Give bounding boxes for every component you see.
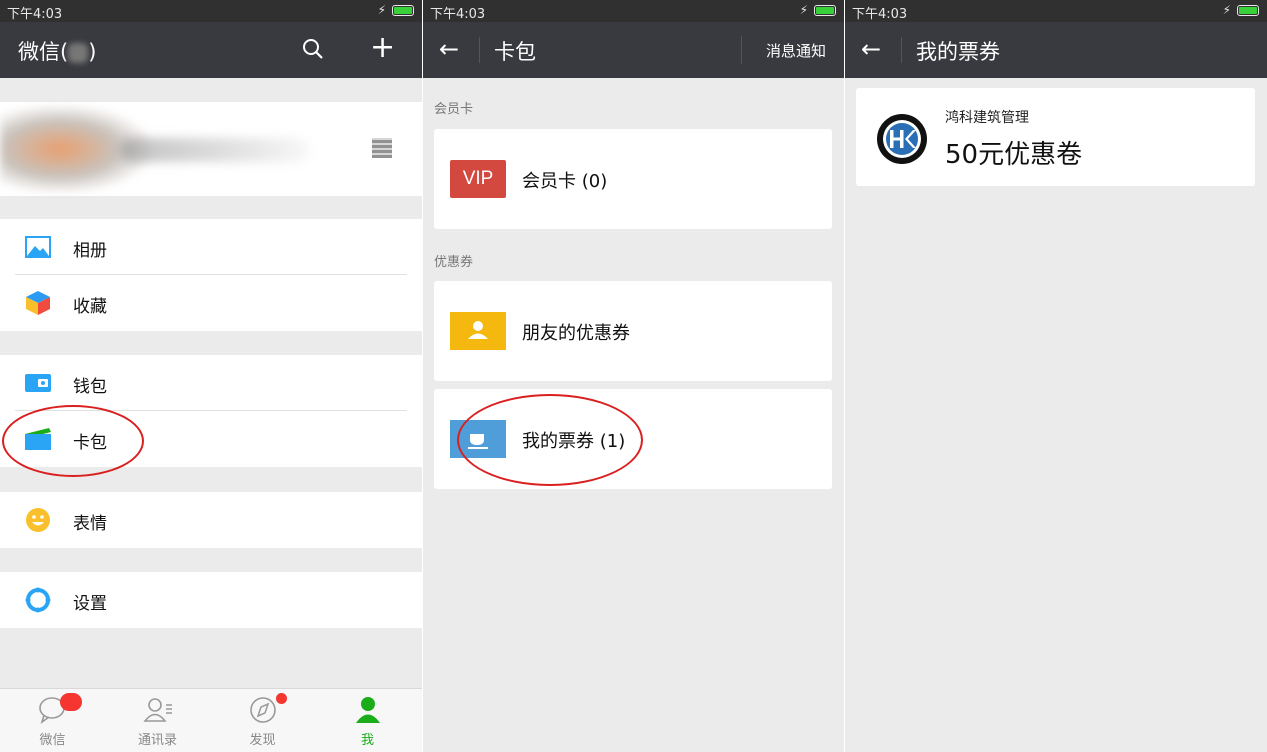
back-arrow-icon[interactable]: ← xyxy=(439,35,459,63)
my-tickets-screen: 下午4:03 ⚡ ← 我的票券 鸿科建筑管理 50元优惠卷 xyxy=(845,0,1267,752)
tab-label-chats: 微信 xyxy=(39,733,66,748)
photo-album-icon xyxy=(25,236,51,258)
status-icons: ⚡ xyxy=(800,3,836,17)
tab-chats[interactable]: 微信 xyxy=(0,689,105,752)
merchant-name: 鸿科建筑管理 xyxy=(945,110,1029,126)
menu-item-stickers[interactable]: 表情 xyxy=(0,492,422,548)
search-icon[interactable] xyxy=(302,38,324,60)
menu-label-favorites: 收藏 xyxy=(73,297,107,317)
signal-icon: ⚡ xyxy=(377,3,388,17)
tab-label-contacts: 通讯录 xyxy=(137,733,177,748)
my-tickets-item[interactable]: 我的票券 (1) xyxy=(434,389,832,489)
title-bar: ← 我的票券 xyxy=(845,22,1267,78)
title-divider xyxy=(479,37,480,63)
tab-discover[interactable]: 发现 xyxy=(210,689,315,752)
status-time: 下午4:03 xyxy=(852,7,908,22)
wallet-icon xyxy=(25,374,51,392)
menu-label-album: 相册 xyxy=(73,241,107,261)
title-divider xyxy=(901,37,902,63)
menu-item-cards[interactable]: 卡包 xyxy=(0,411,422,467)
menu-item-settings[interactable]: 设置 xyxy=(0,572,422,628)
section-label-coupon: 优惠券 xyxy=(434,255,474,270)
coupon-title: 50元优惠卷 xyxy=(945,140,1083,170)
tab-me[interactable]: 我 xyxy=(315,689,420,752)
profile-card[interactable] xyxy=(0,102,422,196)
app-title: 微信() xyxy=(18,36,96,66)
status-bar: 下午4:03 ⚡ xyxy=(845,0,1267,22)
friends-coupon-label: 朋友的优惠券 xyxy=(522,323,630,344)
smiley-icon xyxy=(26,508,50,532)
me-screen: 下午4:03 ⚡ 微信() + 相册 收藏 钱包 卡包 表情 设置 微信 通讯录… xyxy=(0,0,422,752)
status-time: 下午4:03 xyxy=(7,7,63,22)
menu-group-2: 钱包 卡包 xyxy=(0,355,422,467)
status-icons: ⚡ xyxy=(378,3,414,17)
page-title: 我的票券 xyxy=(916,40,1000,64)
menu-group-3: 表情 xyxy=(0,492,422,548)
signal-icon: ⚡ xyxy=(799,3,810,17)
notifications-button[interactable]: 消息通知 xyxy=(766,40,826,61)
title-bar: 微信() + xyxy=(0,22,422,78)
screenshot-stage: 下午4:03 ⚡ 微信() + 相册 收藏 钱包 卡包 表情 设置 微信 通讯录… xyxy=(0,0,1267,752)
tab-label-me: 我 xyxy=(360,733,374,748)
new-badge-dot xyxy=(276,693,287,704)
menu-label-cards: 卡包 xyxy=(73,433,107,453)
coffee-ticket-icon xyxy=(450,420,506,458)
title-bar: ← 卡包 消息通知 xyxy=(423,22,844,78)
blurred-count xyxy=(68,43,89,63)
section-label-member: 会员卡 xyxy=(434,102,474,117)
menu-group-1: 相册 收藏 xyxy=(0,219,422,331)
cube-icon xyxy=(26,291,50,315)
menu-label-settings: 设置 xyxy=(73,594,107,614)
status-icons: ⚡ xyxy=(1223,3,1259,17)
menu-item-wallet[interactable]: 钱包 xyxy=(0,355,422,411)
friends-coupon-item[interactable]: 朋友的优惠券 xyxy=(434,281,832,381)
card-package-screen: 下午4:03 ⚡ ← 卡包 消息通知 会员卡 VIP 会员卡 (0) 优惠券 朋… xyxy=(423,0,844,752)
my-tickets-label: 我的票券 (1) xyxy=(522,431,626,452)
app-title-suffix: ) xyxy=(88,40,97,64)
unread-badge xyxy=(60,693,82,711)
battery-icon xyxy=(1237,4,1259,16)
menu-group-4: 设置 xyxy=(0,572,422,628)
menu-label-wallet: 钱包 xyxy=(73,377,107,397)
hk-logo-icon xyxy=(877,114,927,164)
status-time: 下午4:03 xyxy=(430,7,486,22)
person-icon xyxy=(355,697,380,723)
member-card-item[interactable]: VIP 会员卡 (0) xyxy=(434,129,832,229)
card-package-icon xyxy=(25,428,51,450)
member-card-label: 会员卡 (0) xyxy=(522,171,608,192)
friend-coupon-icon xyxy=(450,312,506,350)
menu-label-stickers: 表情 xyxy=(73,514,107,534)
status-bar: 下午4:03 ⚡ xyxy=(0,0,422,22)
compass-icon xyxy=(249,697,276,723)
battery-icon xyxy=(814,4,836,16)
status-bar: 下午4:03 ⚡ xyxy=(423,0,844,22)
signal-icon: ⚡ xyxy=(1222,3,1233,17)
battery-icon xyxy=(392,4,414,16)
add-icon[interactable]: + xyxy=(370,33,395,63)
tab-contacts[interactable]: 通讯录 xyxy=(105,689,210,752)
qr-code-icon[interactable] xyxy=(372,138,392,158)
page-title: 卡包 xyxy=(494,40,536,64)
vip-badge-icon: VIP xyxy=(450,160,506,198)
ticket-card[interactable]: 鸿科建筑管理 50元优惠卷 xyxy=(856,88,1255,186)
blurred-profile-name xyxy=(120,138,310,162)
gear-icon xyxy=(25,587,51,613)
menu-item-favorites[interactable]: 收藏 xyxy=(0,275,422,331)
back-arrow-icon[interactable]: ← xyxy=(861,35,881,63)
contacts-icon xyxy=(142,698,172,722)
tab-label-discover: 发现 xyxy=(249,733,276,748)
menu-item-album[interactable]: 相册 xyxy=(0,219,422,275)
bottom-tab-bar: 微信 通讯录 发现 我 xyxy=(0,688,422,752)
app-title-text: 微信( xyxy=(18,40,69,64)
action-divider xyxy=(741,36,742,64)
